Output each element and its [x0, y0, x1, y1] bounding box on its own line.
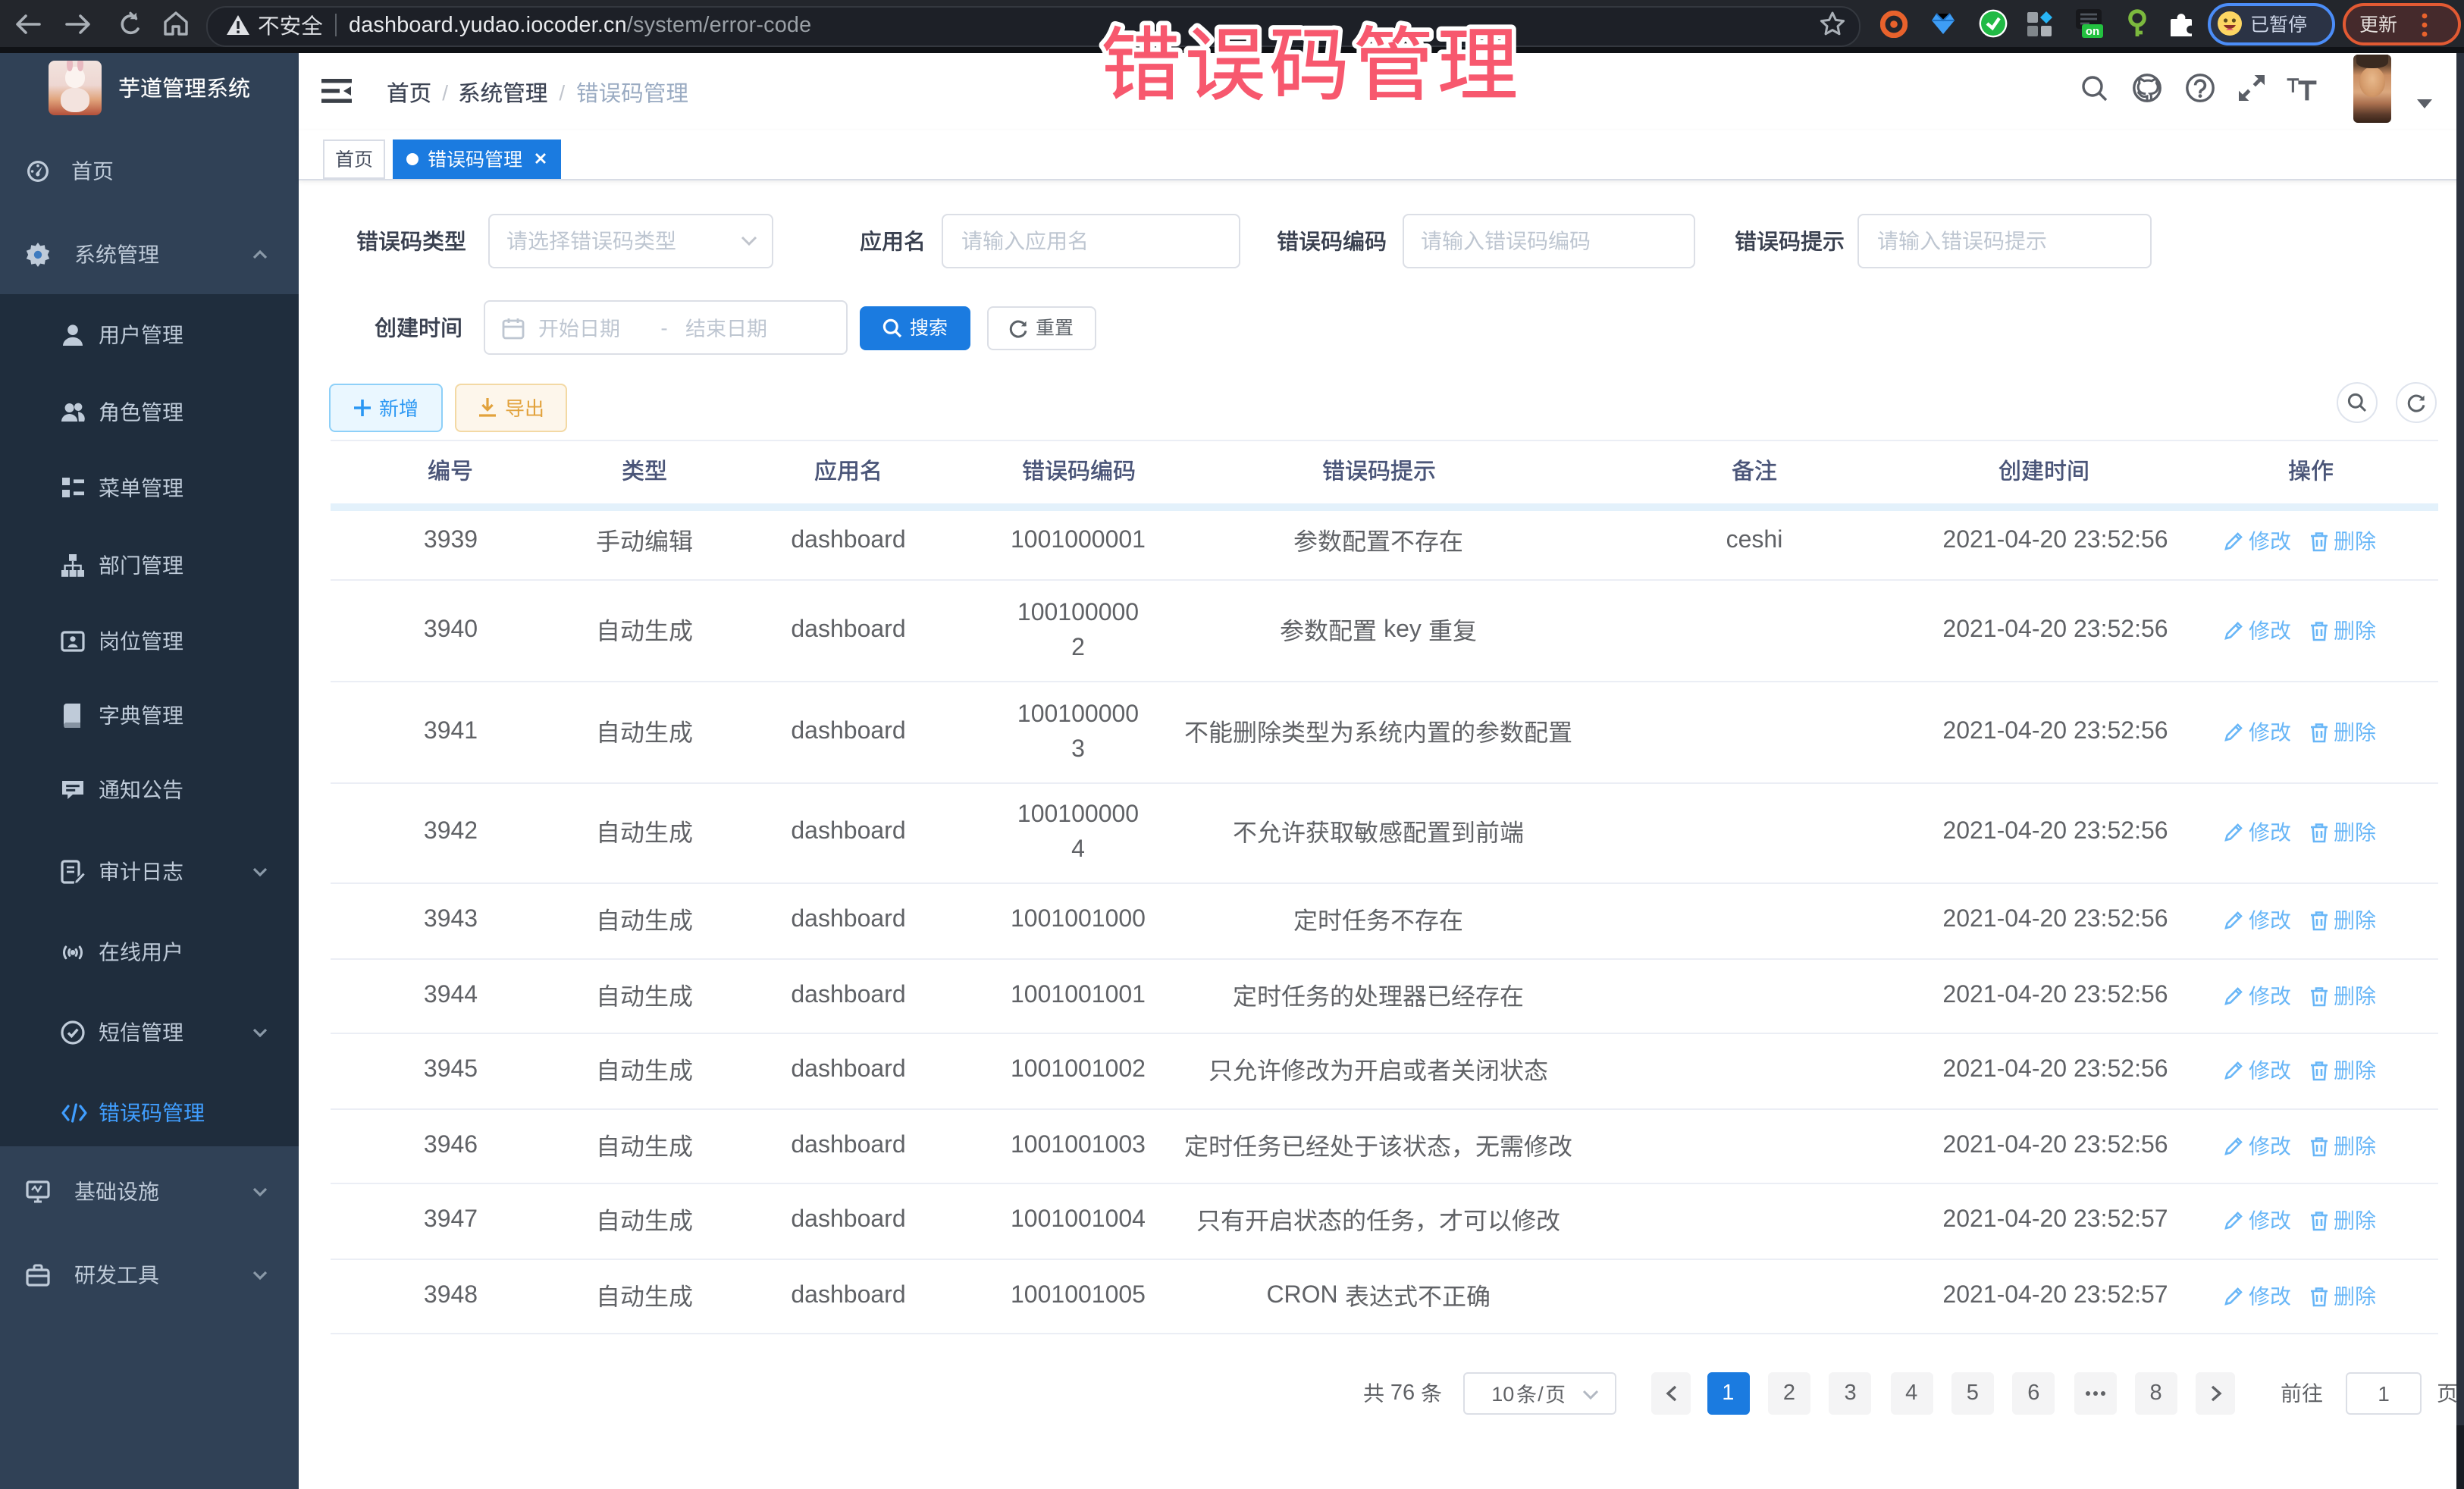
- svg-text:on: on: [2086, 25, 2099, 38]
